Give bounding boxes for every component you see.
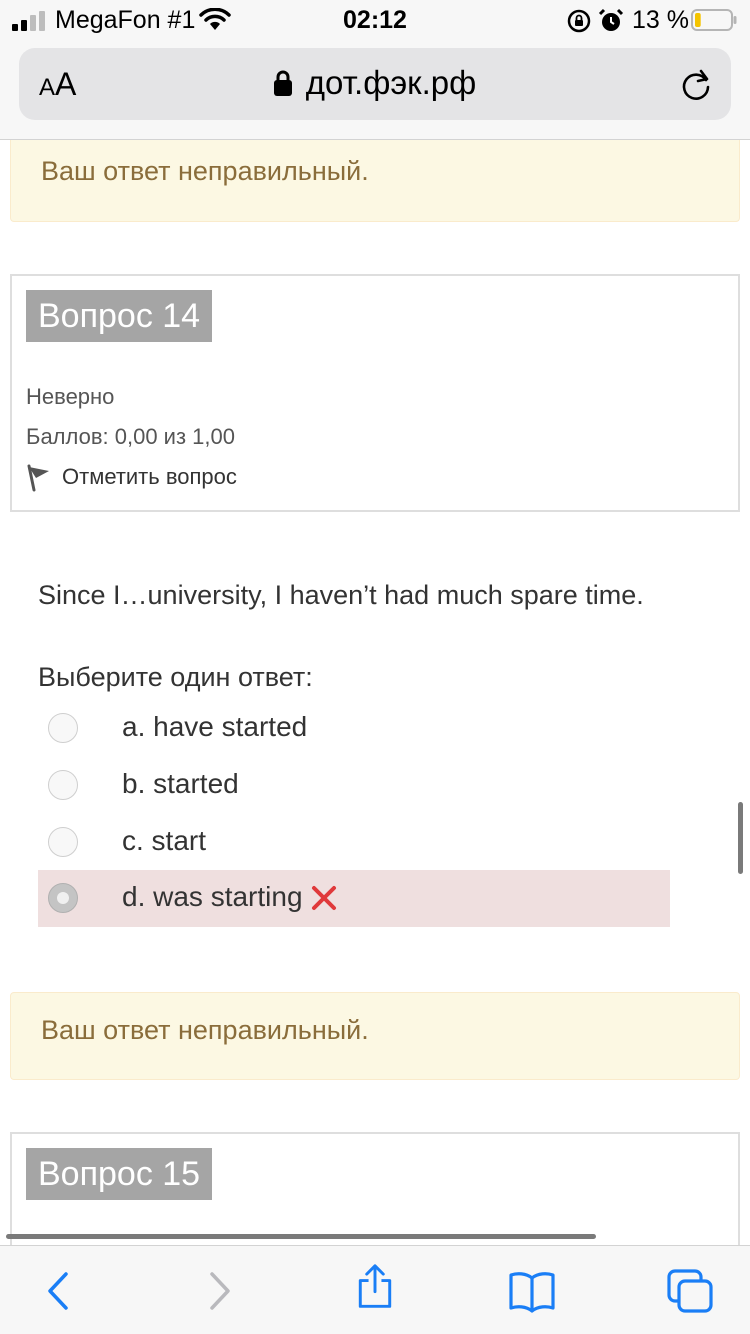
question-number: Вопрос 14 [26,290,213,342]
url-text: дот.фэк.рф [305,64,477,101]
answer-label: b. started [122,768,239,799]
flag-icon [27,464,49,492]
browser-top-bar: AA дот.фэк.рф [0,40,750,140]
feedback-text: Ваш ответ неправильный. [41,1015,369,1045]
battery-percent: 13 % [632,6,689,34]
answer-option-b[interactable]: b. started [38,757,670,814]
answer-label: d. was starting [122,881,337,913]
question-info-box: Вопрос 14 Неверно Баллов: 0,00 из 1,00 О… [10,274,740,512]
horizontal-scrollbar[interactable] [6,1234,596,1239]
radio-button[interactable] [48,770,78,800]
alarm-icon [598,8,624,31]
orientation-lock-icon [567,9,591,33]
question-grade: Баллов: 0,00 из 1,00 [26,424,235,449]
flag-question-link[interactable]: Отметить вопрос [26,464,237,492]
forward-icon[interactable] [196,1268,244,1314]
answer-option-d[interactable]: d. was starting [38,870,670,927]
answer-option-a[interactable]: a. have started [38,700,670,757]
question-text: Since I…university, I haven’t had much s… [38,580,644,610]
feedback-text: Ваш ответ неправильный. [41,156,369,186]
vertical-scrollbar[interactable] [738,802,743,874]
radio-button[interactable] [48,827,78,857]
battery-icon [691,9,737,31]
feedback-box: Ваш ответ неправильный. [10,992,740,1080]
browser-toolbar [0,1245,750,1334]
flag-question-label: Отметить вопрос [62,464,237,489]
feedback-box: Ваш ответ неправильный. [10,140,740,222]
status-bar: MegaFon #1 02:12 13 % [0,0,750,40]
answer-label: c. start [122,825,207,856]
url-display[interactable]: дот.фэк.рф [19,64,731,102]
bookmarks-icon[interactable] [508,1268,556,1314]
question-state: Неверно [26,384,115,409]
share-icon[interactable] [351,1264,399,1310]
incorrect-cross-icon [311,886,336,910]
radio-button[interactable] [48,713,78,743]
answer-label: a. have started [122,711,308,742]
tabs-icon[interactable] [666,1268,714,1314]
question-number: Вопрос 15 [26,1148,213,1200]
radio-button-checked[interactable] [48,883,78,913]
lock-icon [273,70,292,96]
reload-icon[interactable] [679,68,713,102]
answer-option-c[interactable]: c. start [38,814,670,871]
back-icon[interactable] [36,1268,84,1314]
answer-prompt: Выберите один ответ: [38,662,313,692]
address-bar[interactable]: AA дот.фэк.рф [19,48,731,120]
